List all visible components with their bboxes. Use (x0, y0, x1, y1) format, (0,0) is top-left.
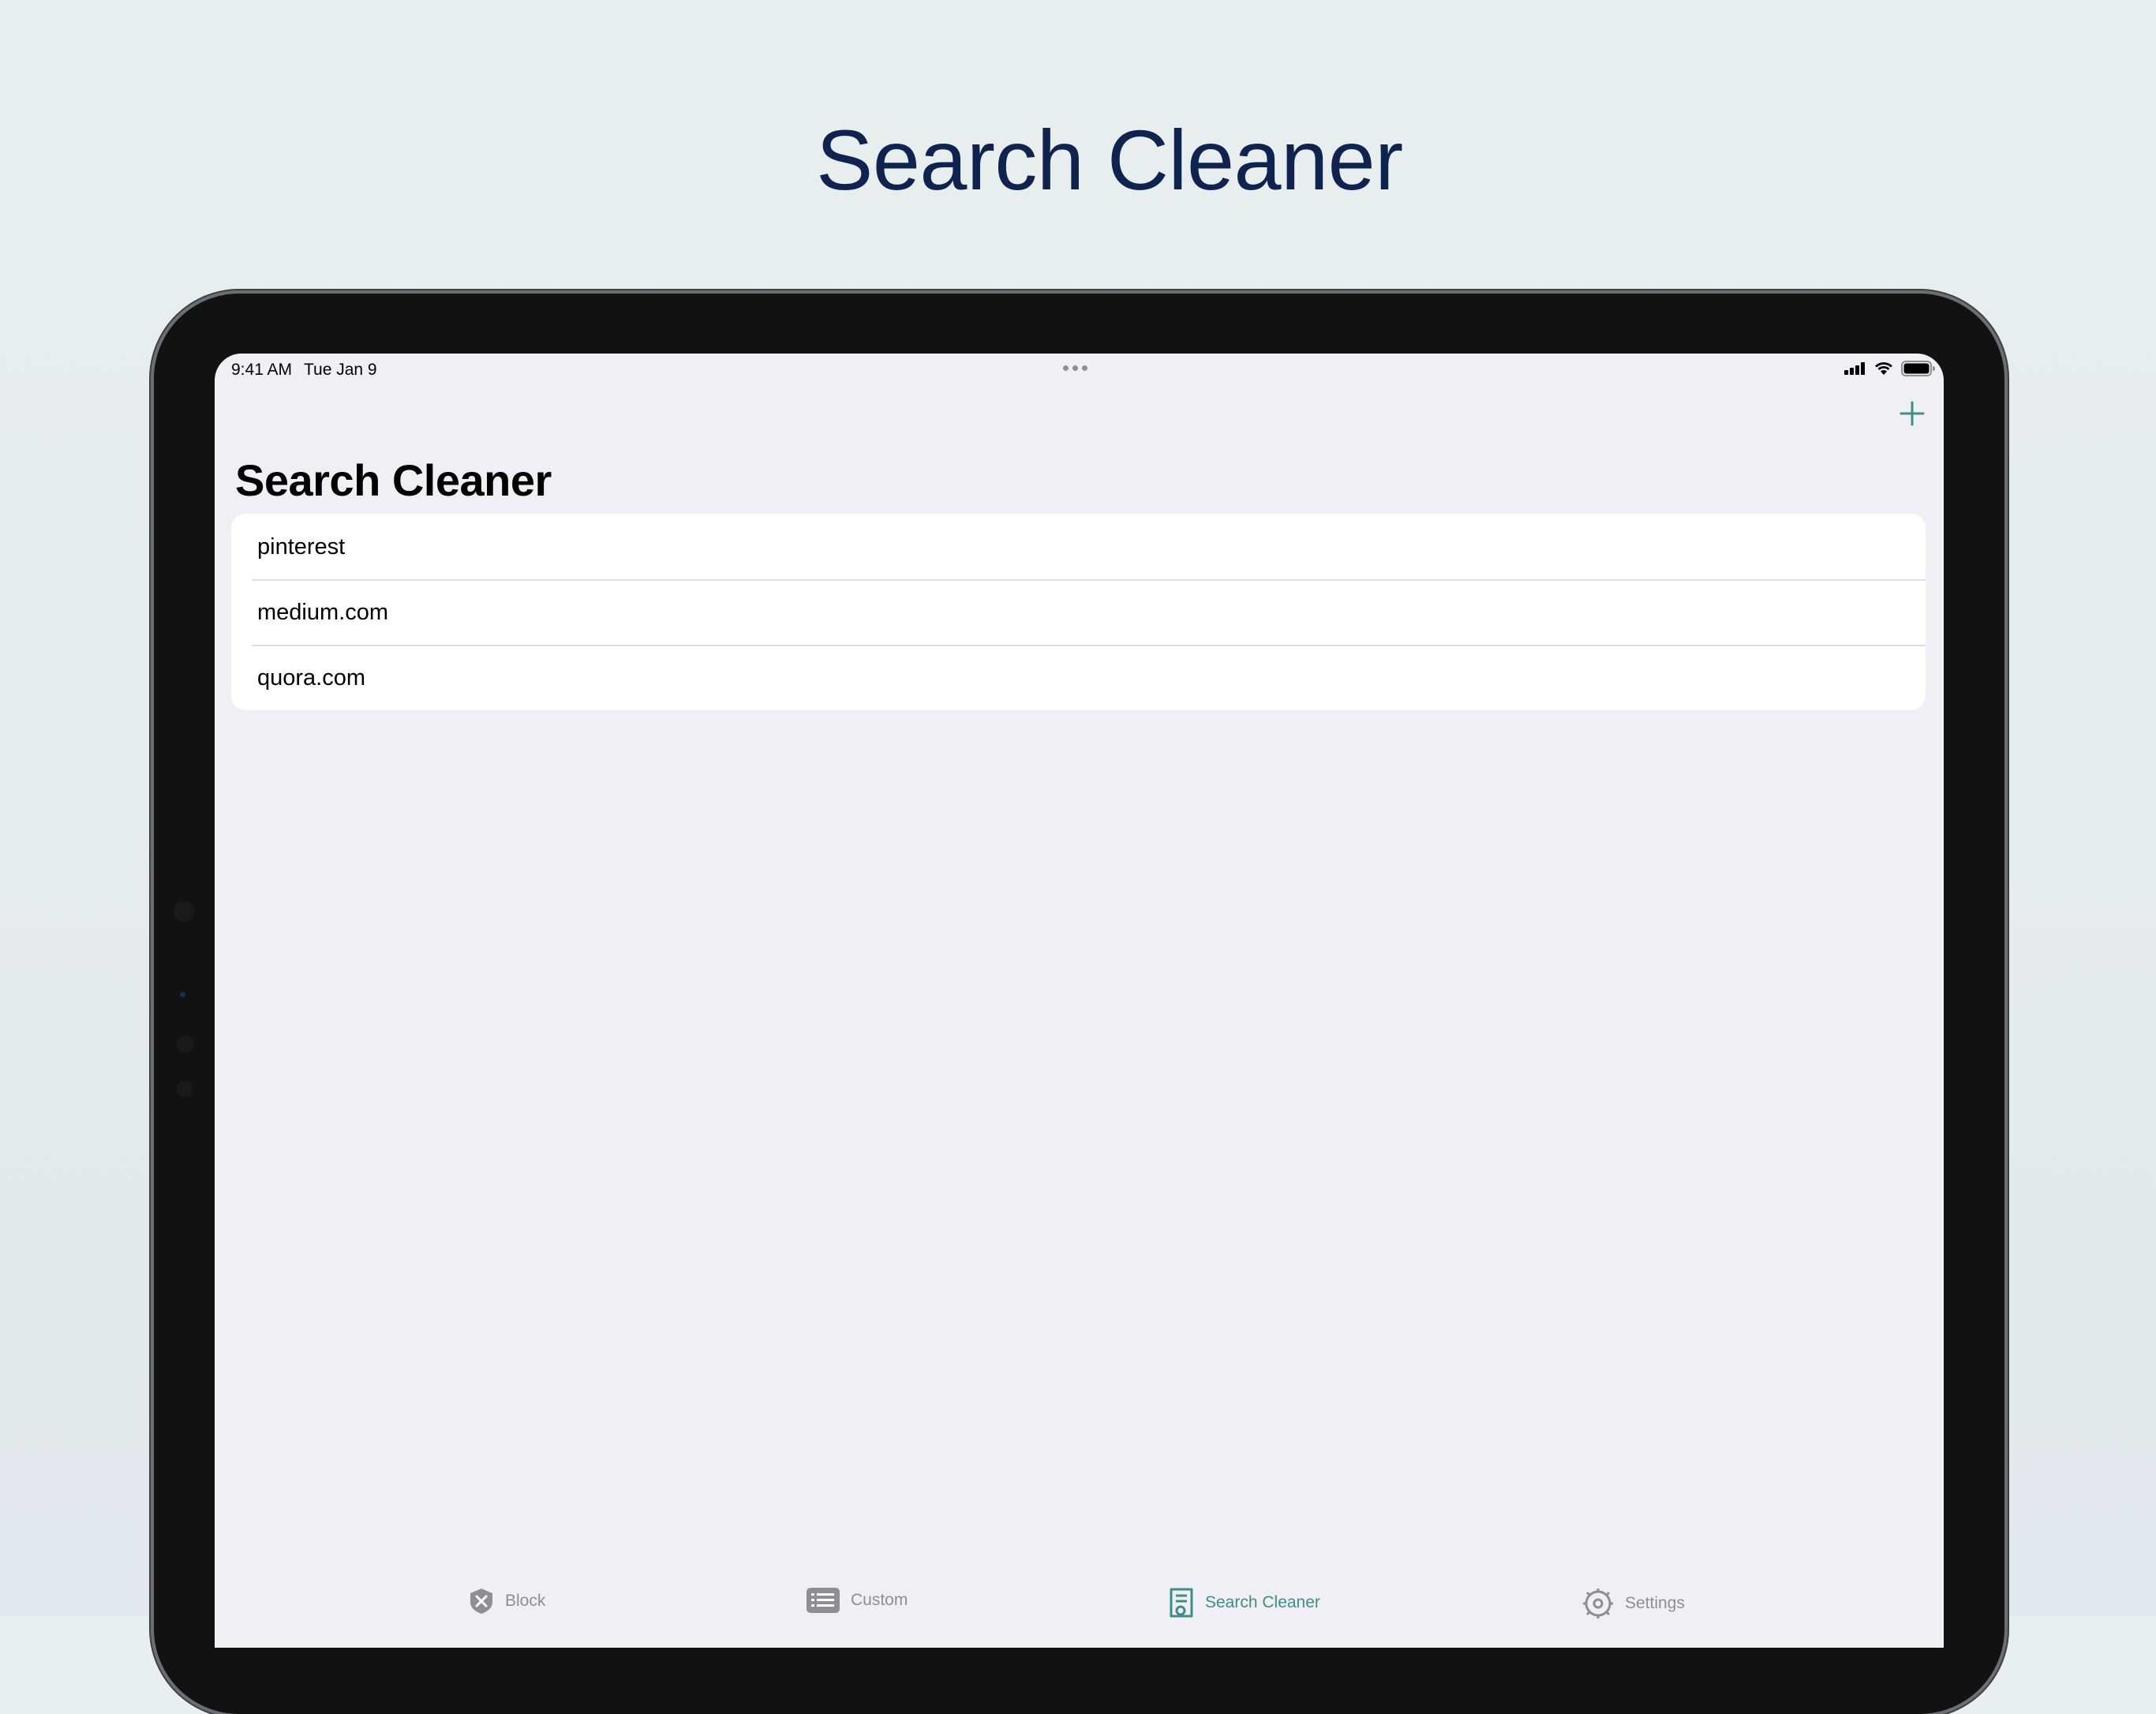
tab-block[interactable]: Block (469, 1588, 545, 1615)
shield-x-icon (470, 1589, 492, 1614)
tab-settings[interactable]: Settings (1582, 1588, 1685, 1619)
multitasking-dots-icon[interactable] (1063, 365, 1087, 371)
wifi-icon (1875, 362, 1892, 375)
camera-dot (177, 1035, 194, 1053)
plus-icon (1900, 401, 1925, 426)
tab-custom[interactable]: Custom (807, 1588, 908, 1613)
gear-icon (1583, 1589, 1613, 1619)
domain-list: pinterest medium.com quora.com (231, 514, 1926, 710)
cellular-signal-icon (1844, 362, 1865, 375)
list-item[interactable]: pinterest (231, 514, 1926, 579)
status-bar: 9:41 AM Tue Jan 9 (215, 354, 1944, 385)
list-item-label: quora.com (257, 665, 366, 690)
list-item-label: medium.com (257, 600, 388, 625)
tab-bar: Block Custom Search Cleaner Settings (215, 1588, 1944, 1648)
camera-dot (177, 1081, 193, 1097)
list-item[interactable]: quora.com (231, 645, 1926, 710)
status-time: 9:41 AM (231, 361, 293, 379)
tab-label: Block (505, 1592, 546, 1610)
tab-label: Custom (851, 1591, 908, 1609)
status-date: Tue Jan 9 (304, 361, 377, 379)
ipad-screen: 9:41 AM Tue Jan 9 Search Cleaner pintere… (215, 354, 1944, 1648)
camera-dot (174, 901, 194, 922)
tab-label: Settings (1625, 1594, 1685, 1612)
hero-title: Search Cleaner (816, 112, 1403, 208)
list-item[interactable]: medium.com (231, 579, 1926, 645)
list-icon (807, 1588, 840, 1613)
battery-icon (1901, 361, 1935, 376)
list-item-label: pinterest (257, 534, 346, 559)
document-search-icon (1170, 1588, 1193, 1618)
tab-search-cleaner[interactable]: Search Cleaner (1169, 1588, 1320, 1618)
camera-lens (180, 992, 185, 997)
add-button[interactable] (1896, 398, 1928, 429)
tab-label: Search Cleaner (1205, 1593, 1320, 1611)
page-title: Search Cleaner (235, 455, 552, 505)
